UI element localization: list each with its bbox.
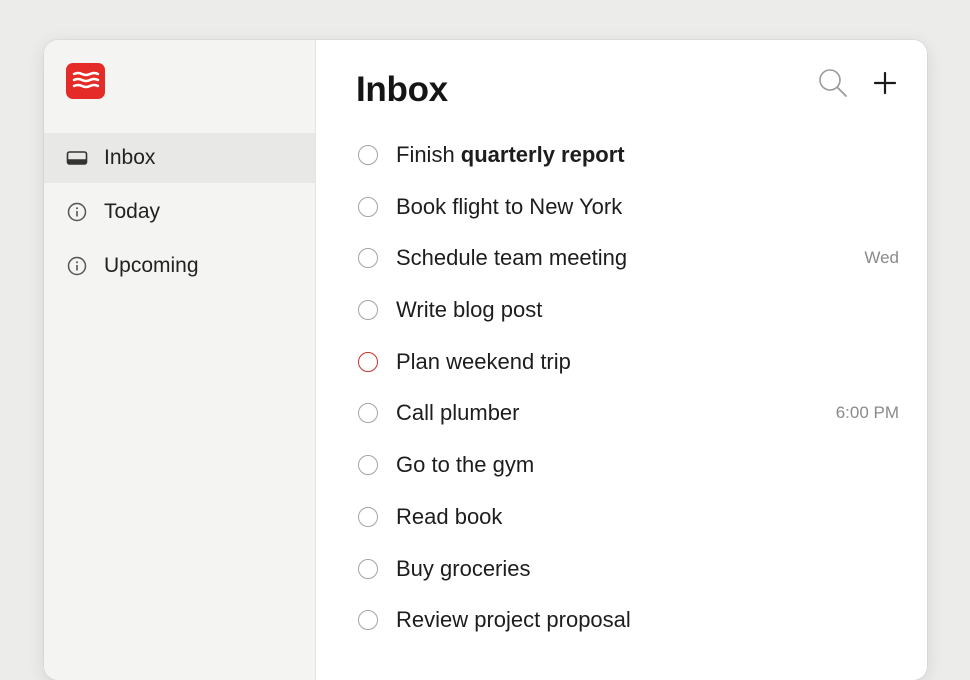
logo-icon xyxy=(72,71,100,89)
task-row[interactable]: Book flight to New York xyxy=(316,183,927,235)
sidebar-nav: Inbox Today Upcoming xyxy=(44,133,315,295)
task-title-emphasis: quarterly report xyxy=(460,142,625,167)
search-button[interactable] xyxy=(816,66,850,100)
app-window: Inbox Today Upcoming Inbox Finish quarte… xyxy=(44,40,927,680)
task-title: Finish quarterly report xyxy=(396,142,625,168)
task-row[interactable]: Finish quarterly report xyxy=(316,131,927,183)
task-title: Write blog post xyxy=(396,297,543,323)
sidebar-item-label: Today xyxy=(104,200,161,223)
info-circle-icon xyxy=(67,202,87,222)
add-task-button[interactable] xyxy=(872,70,898,96)
task-title: Plan weekend trip xyxy=(396,348,571,374)
task-checkbox[interactable] xyxy=(358,300,378,321)
task-title: Review project proposal xyxy=(396,607,631,633)
task-checkbox[interactable] xyxy=(358,506,378,527)
task-checkbox[interactable] xyxy=(358,455,378,476)
plus-icon xyxy=(873,71,897,95)
sidebar-item-inbox[interactable]: Inbox xyxy=(44,133,315,183)
task-checkbox[interactable] xyxy=(358,610,378,631)
task-due: Wed xyxy=(864,248,899,268)
task-title-text: Finish xyxy=(396,142,461,167)
sidebar-item-upcoming[interactable]: Upcoming xyxy=(44,241,315,291)
inbox-icon xyxy=(66,151,88,165)
task-row[interactable]: Schedule team meeting Wed xyxy=(316,234,927,286)
search-icon xyxy=(819,69,847,97)
task-row[interactable]: Read book xyxy=(316,493,927,545)
task-row[interactable]: Call plumber 6:00 PM xyxy=(316,389,927,441)
task-title: Go to the gym xyxy=(396,452,535,478)
task-title: Call plumber xyxy=(396,400,520,426)
task-row[interactable]: Write blog post xyxy=(316,286,927,338)
app-logo[interactable] xyxy=(66,63,105,99)
task-checkbox-priority[interactable] xyxy=(358,351,378,372)
task-checkbox[interactable] xyxy=(358,248,378,269)
info-circle-icon xyxy=(67,256,87,276)
task-checkbox[interactable] xyxy=(358,403,378,424)
task-row[interactable]: Review project proposal xyxy=(316,596,927,648)
task-title: Schedule team meeting xyxy=(396,245,628,271)
task-checkbox[interactable] xyxy=(358,145,378,165)
sidebar: Inbox Today Upcoming xyxy=(44,40,316,680)
task-checkbox[interactable] xyxy=(358,196,378,217)
sidebar-item-label: Inbox xyxy=(104,146,156,169)
page-title: Inbox xyxy=(356,70,448,109)
task-row[interactable]: Plan weekend trip xyxy=(316,338,927,390)
task-title: Buy groceries xyxy=(396,555,531,581)
task-checkbox[interactable] xyxy=(358,558,378,579)
task-title: Book flight to New York xyxy=(396,193,623,219)
task-row[interactable]: Go to the gym xyxy=(316,441,927,493)
task-row[interactable]: Buy groceries xyxy=(316,545,927,597)
task-due: 6:00 PM xyxy=(835,403,899,423)
main-panel: Inbox Finish quarterly report Book fligh… xyxy=(316,40,927,680)
sidebar-item-label: Upcoming xyxy=(104,254,199,277)
sidebar-item-today[interactable]: Today xyxy=(44,187,315,237)
task-list: Finish quarterly report Book flight to N… xyxy=(316,131,927,648)
task-title: Read book xyxy=(396,503,503,529)
